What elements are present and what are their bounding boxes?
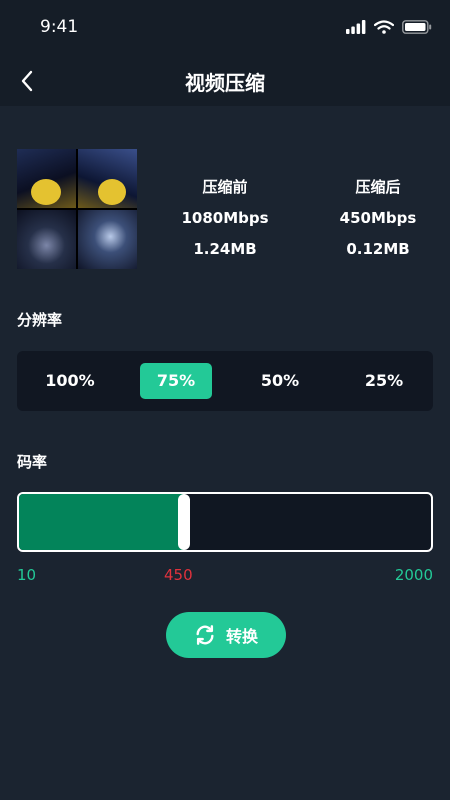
battery-icon: [402, 20, 432, 34]
bitrate-min-label: 10: [17, 566, 37, 584]
bitrate-label: 码率: [17, 453, 48, 471]
resolution-label: 分辨率: [17, 311, 63, 329]
slider-fill: [19, 494, 184, 550]
thumbnail-quadrant: [17, 149, 76, 208]
before-bitrate: 1080Mbps: [181, 209, 269, 227]
navigation-bar: 视频压缩: [0, 56, 450, 106]
resolution-option-100[interactable]: 100%: [34, 363, 106, 399]
refresh-icon: [196, 625, 214, 645]
convert-label: 转换: [225, 627, 258, 646]
bitrate-slider[interactable]: [17, 492, 433, 552]
bitrate-max-label: 2000: [394, 566, 433, 584]
thumbnail-quadrant: [78, 149, 137, 208]
after-bitrate: 450Mbps: [339, 209, 417, 227]
before-stats: 压缩前 1080Mbps 1.24MB: [170, 172, 280, 265]
status-time: 9:41: [40, 17, 79, 37]
thumbnail-quadrant: [78, 210, 137, 269]
after-size: 0.12MB: [346, 240, 410, 258]
page-title: 视频压缩: [185, 71, 265, 95]
video-thumbnail: [17, 149, 137, 269]
resolution-option-75[interactable]: 75%: [140, 363, 212, 399]
slider-thumb[interactable]: [177, 494, 190, 550]
status-bar: 9:41: [0, 0, 450, 56]
resolution-selector: 100% 75% 50% 25%: [17, 351, 433, 411]
resolution-option-25[interactable]: 25%: [348, 363, 420, 399]
before-size: 1.24MB: [193, 240, 257, 258]
thumbnail-quadrant: [17, 210, 76, 269]
after-stats: 压缩后 450Mbps 0.12MB: [318, 172, 438, 265]
before-label: 压缩前: [202, 178, 248, 196]
resolution-option-50[interactable]: 50%: [244, 363, 316, 399]
status-icons: [346, 20, 432, 34]
after-label: 压缩后: [355, 178, 401, 196]
bitrate-current-label: 450: [164, 566, 193, 584]
wifi-icon: [374, 20, 394, 34]
signal-icon: [346, 20, 366, 34]
convert-button[interactable]: 转换: [166, 612, 286, 658]
